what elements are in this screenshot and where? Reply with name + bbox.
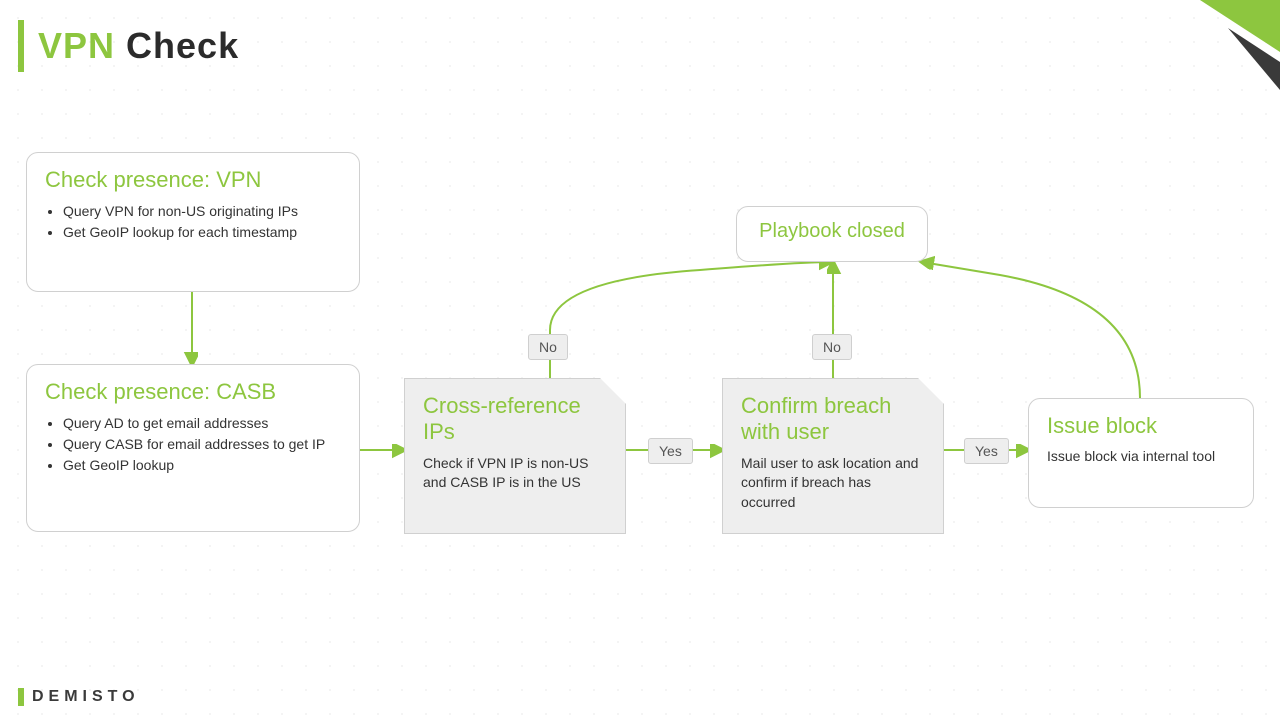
node-playbook-closed: Playbook closed bbox=[736, 206, 928, 262]
corner-decoration bbox=[1140, 0, 1280, 80]
node-check-vpn-title: Check presence: VPN bbox=[45, 167, 341, 193]
node-issue-block: Issue block Issue block via internal too… bbox=[1028, 398, 1254, 508]
page-title-bar: VPN Check bbox=[18, 20, 239, 72]
footer-accent bbox=[18, 688, 24, 706]
list-item: Query CASB for email addresses to get IP bbox=[63, 434, 341, 455]
page-title: VPN Check bbox=[38, 25, 239, 67]
list-item: Query AD to get email addresses bbox=[63, 413, 341, 434]
list-item: Query VPN for non-US originating IPs bbox=[63, 201, 341, 222]
footer-brand: DEMISTO bbox=[32, 688, 140, 706]
node-confirm-breach-title: Confirm breach with user bbox=[741, 393, 925, 446]
node-confirm-breach-desc: Mail user to ask location and confirm if… bbox=[741, 454, 925, 513]
node-issue-block-desc: Issue block via internal tool bbox=[1047, 447, 1235, 467]
node-check-vpn: Check presence: VPN Query VPN for non-US… bbox=[26, 152, 360, 292]
title-part-1: VPN bbox=[38, 25, 115, 66]
title-part-2: Check bbox=[115, 25, 239, 66]
list-item: Get GeoIP lookup bbox=[63, 455, 341, 476]
label-no-1: No bbox=[528, 334, 568, 360]
label-no-2: No bbox=[812, 334, 852, 360]
node-cross-reference-title: Cross-reference IPs bbox=[423, 393, 607, 446]
node-cross-reference-desc: Check if VPN IP is non-US and CASB IP is… bbox=[423, 454, 607, 493]
list-item: Get GeoIP lookup for each timestamp bbox=[63, 222, 341, 243]
node-issue-block-title: Issue block bbox=[1047, 413, 1235, 439]
node-playbook-closed-title: Playbook closed bbox=[755, 219, 909, 243]
title-accent bbox=[18, 20, 24, 72]
label-yes-2: Yes bbox=[964, 438, 1009, 464]
footer: DEMISTO bbox=[18, 688, 140, 706]
node-check-casb: Check presence: CASB Query AD to get ema… bbox=[26, 364, 360, 532]
node-check-casb-title: Check presence: CASB bbox=[45, 379, 341, 405]
node-confirm-breach: Confirm breach with user Mail user to as… bbox=[722, 378, 944, 534]
label-yes-1: Yes bbox=[648, 438, 693, 464]
flow-connectors bbox=[0, 0, 1280, 720]
node-cross-reference: Cross-reference IPs Check if VPN IP is n… bbox=[404, 378, 626, 534]
